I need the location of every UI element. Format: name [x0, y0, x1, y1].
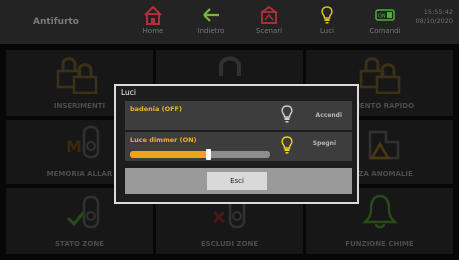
- nav-home-button[interactable]: Home: [125, 4, 181, 42]
- app-title: Antifurto: [32, 17, 79, 27]
- nav-back-label: Indietro: [197, 27, 225, 35]
- light-name: badenia (OFF): [130, 105, 182, 113]
- dimmer-slider-fill: [130, 151, 209, 158]
- close-button[interactable]: Esci: [207, 172, 267, 190]
- home-icon: [144, 5, 162, 25]
- nav-commands-button[interactable]: ON Comandi: [357, 4, 413, 42]
- nav-lights-button[interactable]: Luci: [299, 4, 355, 42]
- clock-time: 15:55:42: [423, 8, 453, 16]
- dimmer-slider[interactable]: [130, 149, 270, 160]
- nav-scenes-label: Scenari: [255, 27, 283, 35]
- back-arrow-icon: [203, 8, 219, 22]
- turn-on-button[interactable]: Accendi: [316, 112, 342, 119]
- clock: 15:55:42 08/10/2020: [416, 8, 453, 26]
- light-row-badenia[interactable]: badenia (OFF) Accendi: [125, 101, 352, 130]
- dialog-title: Luci: [121, 88, 137, 97]
- nav-home-label: Home: [142, 27, 164, 35]
- dimmer-slider-thumb[interactable]: [206, 149, 212, 160]
- light-row-dimmer[interactable]: Luce dimmer (ON) Spegni: [125, 132, 352, 161]
- bulb-icon: [321, 6, 333, 24]
- nav-back-button[interactable]: Indietro: [183, 4, 239, 42]
- light-name: Luce dimmer (ON): [130, 136, 197, 144]
- bulb-on-icon: [281, 136, 293, 154]
- turn-off-button[interactable]: Spegni: [313, 140, 336, 147]
- lights-dialog: Luci badenia (OFF) Accendi Luce dimmer (…: [114, 84, 359, 204]
- nav-scenes-button[interactable]: Scenari: [241, 4, 297, 42]
- on-badge-text: ON: [378, 14, 386, 20]
- nav-commands-label: Comandi: [369, 27, 401, 35]
- scenes-icon: [260, 5, 278, 24]
- bulb-off-icon: [281, 105, 293, 123]
- dialog-footer: Esci: [125, 168, 352, 194]
- on-switch-icon: ON: [375, 9, 395, 21]
- clock-date: 08/10/2020: [415, 17, 453, 25]
- top-bar: Antifurto Home Indietro Scenari Luci ON …: [0, 0, 459, 44]
- nav-lights-label: Luci: [319, 27, 334, 35]
